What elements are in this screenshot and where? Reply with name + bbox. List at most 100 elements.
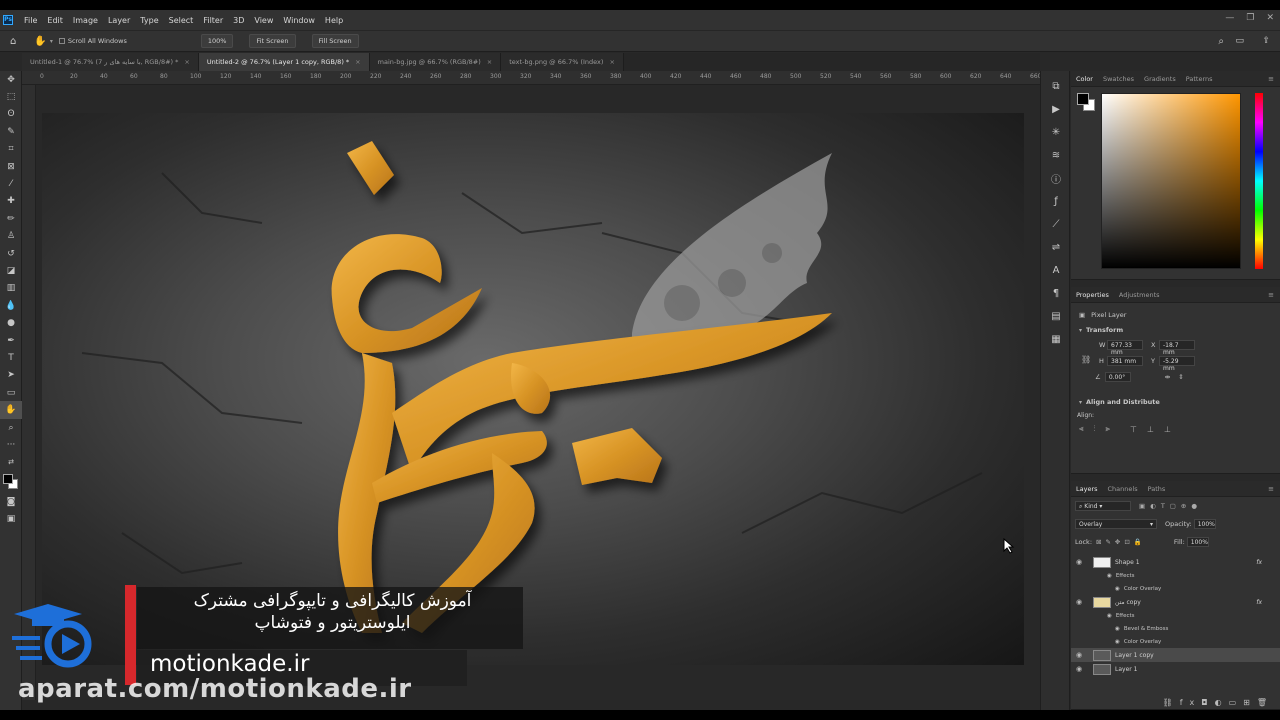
sliders-icon[interactable]: ⇌ bbox=[1041, 236, 1071, 259]
brush-tool-icon[interactable]: ✏ bbox=[0, 210, 22, 227]
fg-bg-swatches[interactable] bbox=[1077, 93, 1099, 115]
document-canvas[interactable] bbox=[42, 113, 1024, 665]
scroll-all-windows-checkbox[interactable]: Scroll All Windows bbox=[58, 37, 127, 45]
minimize-icon[interactable]: — bbox=[1225, 13, 1234, 23]
close-icon[interactable]: ✕ bbox=[1266, 13, 1274, 23]
tab-patterns[interactable]: Patterns bbox=[1181, 75, 1218, 83]
actions-play-icon[interactable]: ▶ bbox=[1041, 98, 1071, 121]
tab-color[interactable]: Color bbox=[1071, 75, 1098, 83]
layer-row[interactable]: ◉ Layer 1 copy bbox=[1071, 648, 1280, 662]
layer-fx-badge[interactable]: fx bbox=[1256, 599, 1262, 606]
menu-filter[interactable]: Filter bbox=[198, 16, 228, 25]
close-tab-icon[interactable]: × bbox=[487, 58, 492, 66]
lock-icons[interactable]: ⊠✎✥⊡🔒 bbox=[1096, 538, 1146, 546]
layer-row[interactable]: ◉ Shape 1 fx bbox=[1071, 555, 1280, 569]
hand-tool-icon[interactable]: ✋ bbox=[0, 401, 22, 419]
adjustments-icon[interactable]: ⟋ bbox=[1041, 213, 1071, 236]
tab-gradients[interactable]: Gradients bbox=[1139, 75, 1181, 83]
align-left-icon[interactable]: ⫷ bbox=[1079, 424, 1084, 434]
layer-row[interactable]: ◉ Layer 1 bbox=[1071, 662, 1280, 676]
group-icon[interactable]: ▭ bbox=[1229, 698, 1244, 707]
menu-edit[interactable]: Edit bbox=[42, 16, 68, 25]
hue-slider[interactable] bbox=[1255, 93, 1263, 269]
tab-adjustments[interactable]: Adjustments bbox=[1114, 291, 1165, 299]
effect-eye-icon[interactable]: ◉ bbox=[1115, 639, 1120, 645]
layer-effect-row[interactable]: ◉ Bevel & Emboss bbox=[1071, 622, 1280, 635]
document-tab[interactable]: main-bg.jpg @ 66.7% (RGB/8#) × bbox=[369, 53, 502, 71]
fill-field[interactable]: 100% bbox=[1186, 537, 1209, 547]
panel-menu-icon[interactable]: ≡ bbox=[1268, 75, 1274, 83]
tab-properties[interactable]: Properties bbox=[1071, 291, 1114, 299]
home-icon[interactable]: ⌂ bbox=[10, 36, 16, 47]
menu-3d[interactable]: 3D bbox=[228, 16, 249, 25]
align-middle-v-icon[interactable]: ⊥ bbox=[1147, 425, 1154, 434]
height-field[interactable]: 381 mm bbox=[1107, 356, 1143, 366]
more-tools-icon[interactable]: ··· bbox=[0, 436, 22, 453]
notes-icon[interactable]: ▦ bbox=[1041, 328, 1071, 351]
foreground-background-color[interactable] bbox=[0, 471, 22, 493]
lasso-tool-icon[interactable]: ʘ bbox=[0, 106, 22, 123]
tab-paths[interactable]: Paths bbox=[1143, 485, 1171, 493]
layer-effects-row[interactable]: ◉ Effects bbox=[1071, 609, 1280, 622]
visibility-eye-icon[interactable]: ◉ bbox=[1071, 598, 1087, 606]
character-icon[interactable]: A bbox=[1041, 259, 1071, 282]
align-center-h-icon[interactable]: ⫶ bbox=[1094, 424, 1096, 434]
path-selection-tool-icon[interactable]: ➤ bbox=[0, 367, 22, 384]
tab-layers[interactable]: Layers bbox=[1071, 485, 1103, 493]
menu-help[interactable]: Help bbox=[320, 16, 348, 25]
fx-icon[interactable]: fx bbox=[1180, 698, 1202, 707]
align-right-icon[interactable]: ⫸ bbox=[1106, 424, 1111, 434]
menu-select[interactable]: Select bbox=[164, 16, 199, 25]
share-icon[interactable]: ⇪ bbox=[1262, 36, 1270, 46]
close-tab-icon[interactable]: × bbox=[609, 58, 614, 66]
tab-swatches[interactable]: Swatches bbox=[1098, 75, 1139, 83]
effect-eye-icon[interactable]: ◉ bbox=[1107, 573, 1112, 579]
search-icon[interactable]: ⌕ bbox=[1218, 36, 1224, 47]
width-field[interactable]: 677.33 mm bbox=[1107, 340, 1143, 356]
blend-mode-select[interactable]: Overlay ▾ bbox=[1075, 519, 1157, 529]
y-field[interactable]: -5.29 mm bbox=[1159, 356, 1195, 372]
effect-eye-icon[interactable]: ◉ bbox=[1115, 626, 1120, 632]
delete-layer-icon[interactable]: 🗑 bbox=[1257, 698, 1274, 707]
gradient-tool-icon[interactable]: ▥ bbox=[0, 280, 22, 297]
effect-eye-icon[interactable]: ◉ bbox=[1107, 613, 1112, 619]
history-brush-tool-icon[interactable]: ↺ bbox=[0, 245, 22, 262]
pen-tool-icon[interactable]: ✒ bbox=[0, 332, 22, 349]
menu-type[interactable]: Type bbox=[135, 16, 163, 25]
document-tab[interactable]: Untitled-1 @ 76.7% (7 با سایه های ر, RGB… bbox=[22, 53, 199, 71]
align-bottom-icon[interactable]: ⊥ bbox=[1164, 425, 1171, 434]
eyedropper-tool-icon[interactable]: ⁄ bbox=[0, 175, 22, 192]
layer-comps-icon[interactable]: ▤ bbox=[1041, 305, 1071, 328]
visibility-eye-icon[interactable]: ◉ bbox=[1071, 558, 1087, 566]
tool-preset-chevron-icon[interactable]: ▾ bbox=[50, 38, 53, 45]
close-tab-icon[interactable]: × bbox=[184, 58, 189, 66]
frame-tool-icon[interactable]: ⊠ bbox=[0, 158, 22, 175]
visibility-eye-icon[interactable]: ◉ bbox=[1071, 651, 1087, 659]
flip-vertical-icon[interactable]: ⇕ bbox=[1178, 373, 1183, 381]
zoom-100-button[interactable]: 100% bbox=[200, 34, 234, 48]
menu-layer[interactable]: Layer bbox=[103, 16, 135, 25]
filter-icons[interactable]: ▣◐T▢⊕● bbox=[1139, 502, 1202, 510]
opacity-field[interactable]: 100% bbox=[1193, 519, 1216, 529]
libraries-icon[interactable]: ƒ bbox=[1041, 190, 1071, 213]
brush-settings-icon[interactable]: ✳ bbox=[1041, 121, 1071, 144]
x-field[interactable]: -18.7 mm bbox=[1159, 340, 1195, 356]
zoom-tool-icon[interactable]: ⌕ bbox=[0, 419, 22, 436]
document-tab[interactable]: Untitled-2 @ 76.7% (Layer 1 copy, RGB/8)… bbox=[198, 53, 370, 71]
quick-mask-icon[interactable]: ◙ bbox=[0, 493, 22, 510]
layer-effect-row[interactable]: ◉ Color Overlay bbox=[1071, 582, 1280, 595]
swap-colors-icon[interactable]: ⇄ bbox=[0, 454, 22, 471]
adjustment-layer-icon[interactable]: ◐ bbox=[1215, 698, 1229, 707]
marquee-tool-icon[interactable]: ⬚ bbox=[0, 88, 22, 105]
panel-menu-icon[interactable]: ≡ bbox=[1268, 485, 1274, 493]
align-top-icon[interactable]: ⊤ bbox=[1130, 425, 1137, 434]
layer-name[interactable]: Layer 1 copy bbox=[1115, 652, 1154, 659]
layer-fx-badge[interactable]: fx bbox=[1256, 559, 1262, 566]
angle-field[interactable]: 0.00° bbox=[1104, 372, 1131, 382]
paragraph-icon[interactable]: ¶ bbox=[1041, 282, 1071, 305]
quick-select-tool-icon[interactable]: ✎ bbox=[0, 123, 22, 140]
rectangle-tool-icon[interactable]: ▭ bbox=[0, 384, 22, 401]
new-layer-icon[interactable]: ⊞ bbox=[1243, 698, 1257, 707]
panel-menu-icon[interactable]: ≡ bbox=[1268, 291, 1274, 299]
link-layers-icon[interactable]: ⛓ bbox=[1163, 698, 1180, 707]
